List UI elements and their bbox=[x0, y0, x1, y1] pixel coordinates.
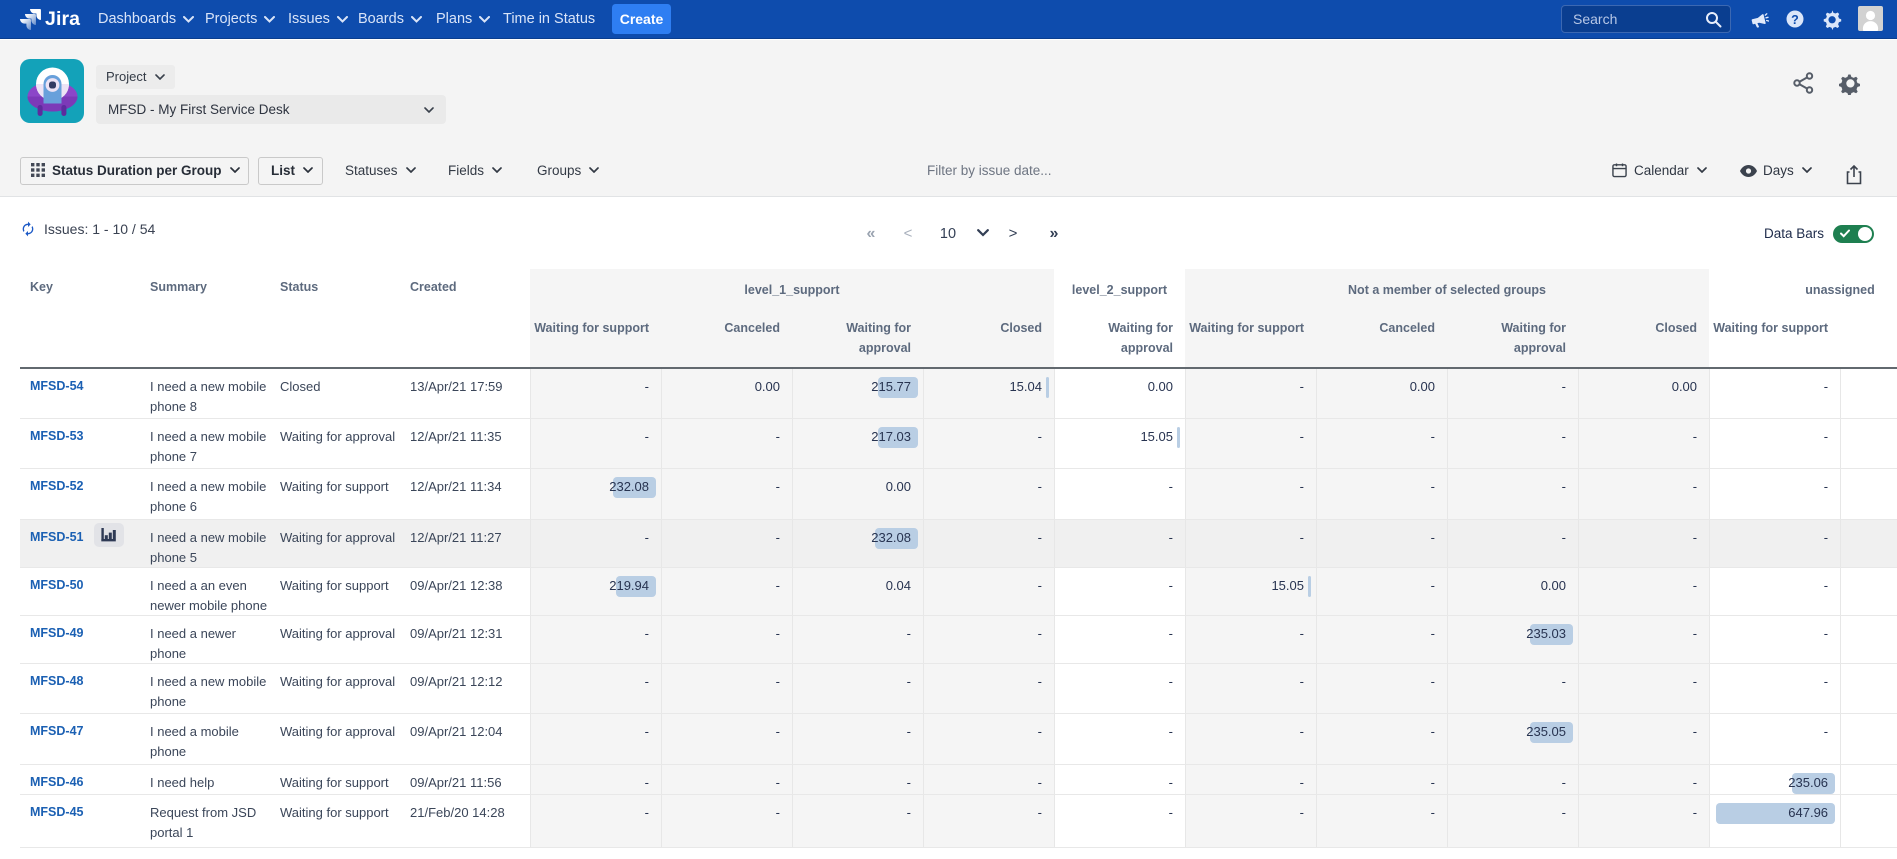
svg-text:?: ? bbox=[1791, 13, 1799, 27]
